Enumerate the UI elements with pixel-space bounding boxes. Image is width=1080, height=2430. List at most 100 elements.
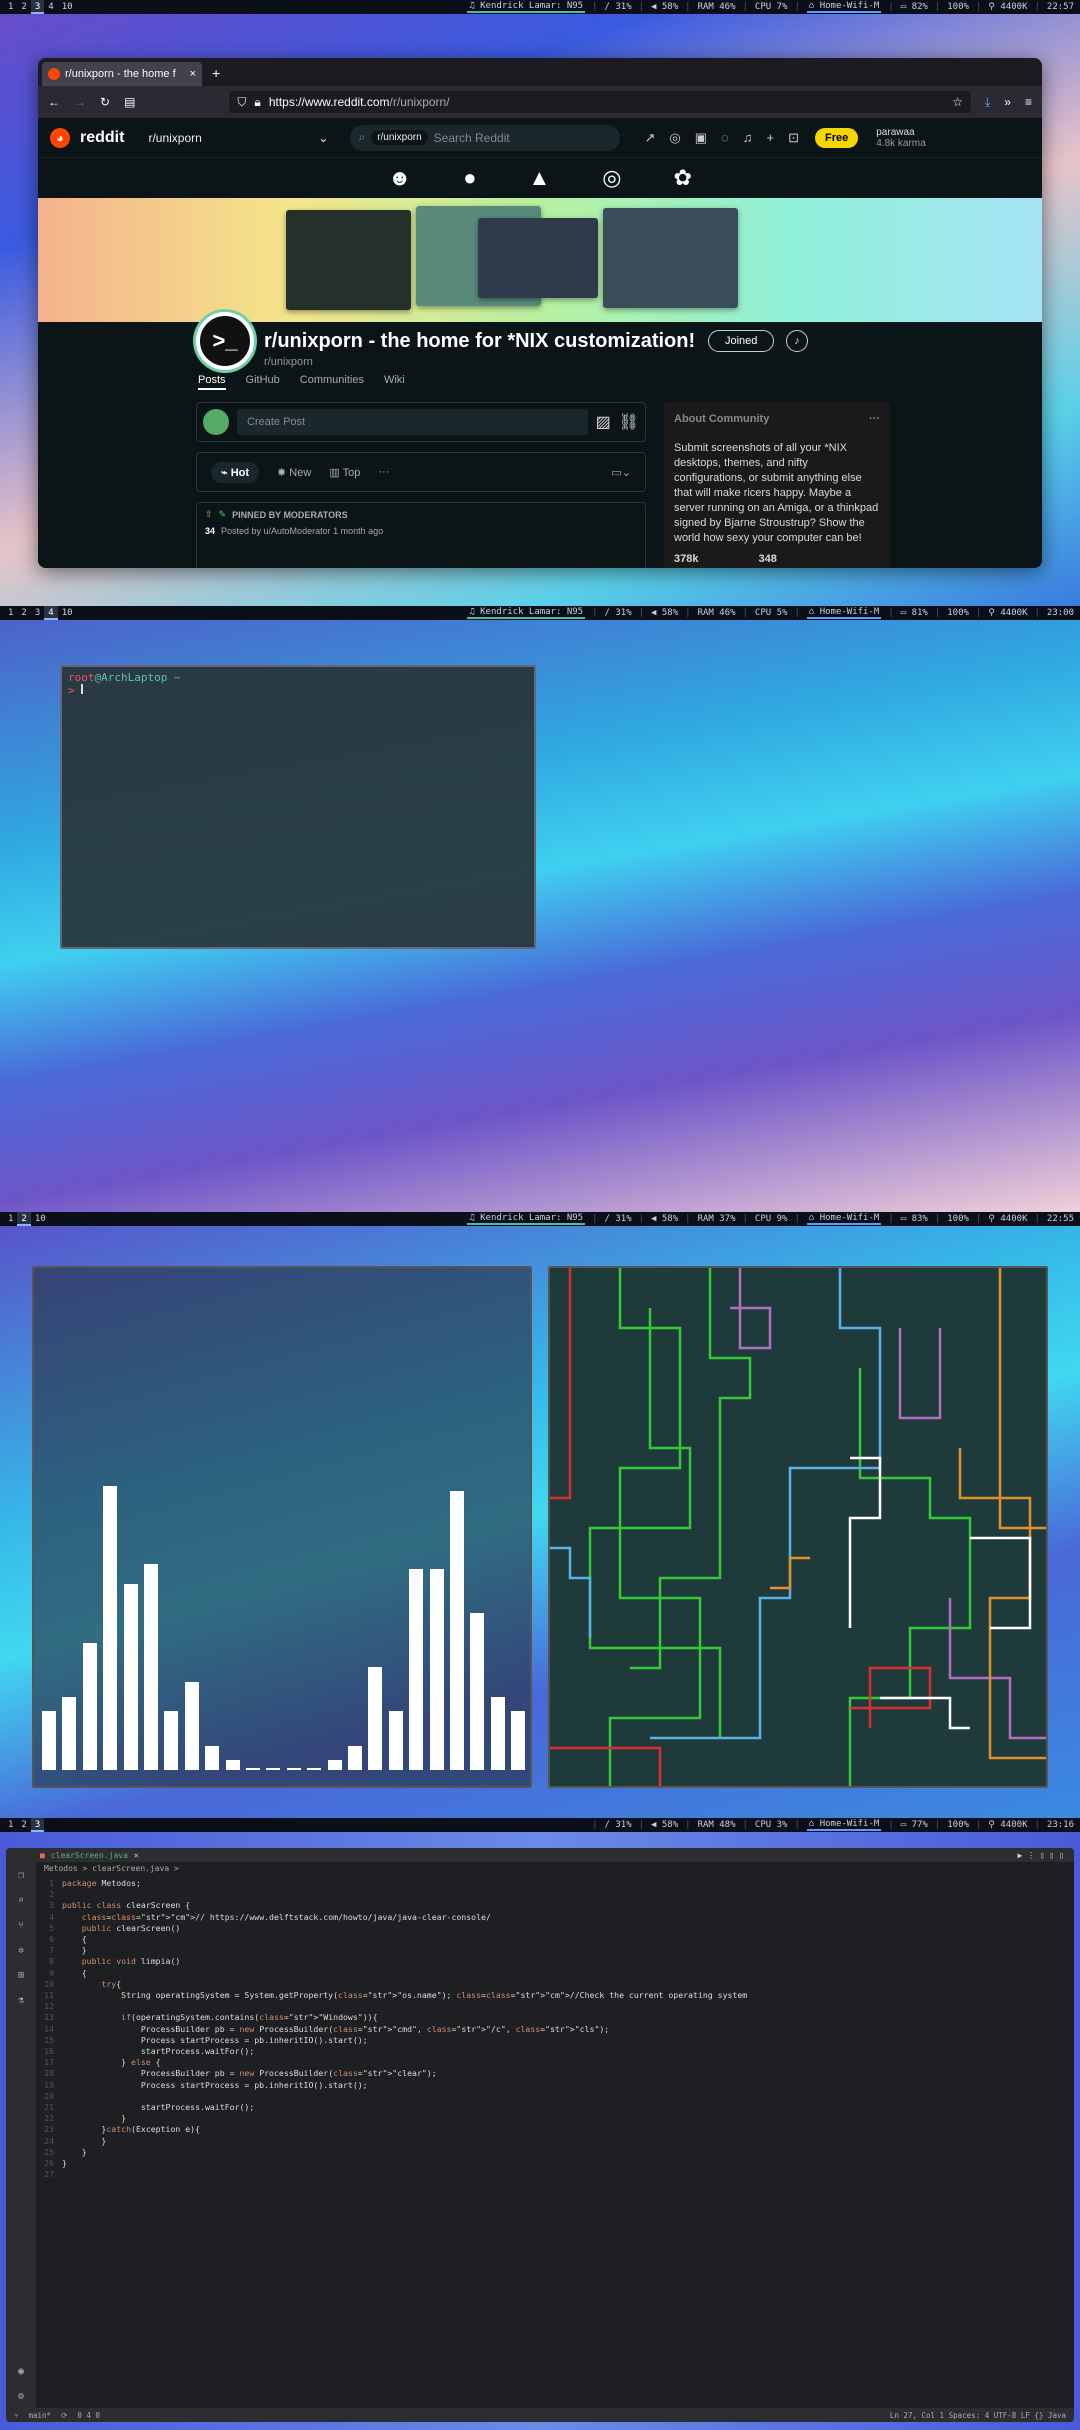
brightness-level[interactable]: 100% bbox=[947, 1820, 969, 1830]
code-editor[interactable]: 1 package Metodos; 2 3 public class clearScr… bbox=[36, 1878, 1074, 2408]
color-temp[interactable]: ⚲ 4400K bbox=[988, 608, 1027, 618]
more-icon[interactable]: ··· bbox=[378, 466, 389, 478]
subreddit-dropdown[interactable]: r/unixporn ⌄ bbox=[148, 131, 328, 145]
workspace-button[interactable]: 10 bbox=[31, 1212, 50, 1226]
search-icon[interactable]: ⌕ bbox=[18, 1895, 24, 1906]
workspace-button[interactable]: 2 bbox=[17, 1818, 30, 1832]
code-line[interactable]: 10 try{ bbox=[36, 1979, 1074, 1990]
terminal-window[interactable]: root@ArchLaptop ~ > bbox=[60, 665, 536, 949]
overflow-icon[interactable]: » bbox=[1004, 95, 1011, 109]
extensions-icon[interactable]: ⊞ bbox=[18, 1970, 24, 1981]
source-control-icon[interactable]: ⑂ bbox=[18, 1920, 24, 1931]
code-line[interactable]: 24 } bbox=[36, 2136, 1074, 2147]
color-temp[interactable]: ⚲ 4400K bbox=[988, 1214, 1027, 1224]
pinned-post[interactable]: ⇧ ✎ PINNED BY MODERATORS 34 Posted by u/Aut… bbox=[196, 502, 646, 568]
code-line[interactable]: 21 startProcess.waitFor(); bbox=[36, 2102, 1074, 2113]
link-icon[interactable]: ⛓︎ bbox=[619, 412, 639, 432]
url-bar[interactable]: ⛉ 🔒︎ https://www.reddit.com/r/unixporn/ … bbox=[229, 91, 971, 113]
workspace-button[interactable]: 10 bbox=[58, 0, 77, 14]
disk-usage[interactable]: / 31% bbox=[605, 1214, 632, 1224]
ram-usage[interactable]: RAM 46% bbox=[698, 608, 736, 618]
workspace-button[interactable]: 1 bbox=[4, 1818, 17, 1832]
sync-icon[interactable]: ⟳ bbox=[61, 2411, 67, 2420]
star-icon[interactable]: ☆ bbox=[952, 95, 963, 109]
subnav-communities[interactable]: Communities bbox=[300, 374, 364, 390]
avatar[interactable] bbox=[203, 409, 229, 435]
explorer-icon[interactable]: ❐ bbox=[18, 1870, 24, 1881]
gear-icon[interactable]: ⚙ bbox=[18, 2391, 24, 2402]
code-line[interactable]: 25 } bbox=[36, 2147, 1074, 2158]
joined-button[interactable]: Joined bbox=[708, 330, 775, 352]
menu-icon[interactable]: ≡ bbox=[1025, 95, 1032, 109]
volume-level[interactable]: ◀ 58% bbox=[651, 1214, 678, 1224]
search-input[interactable]: ⌕ r/unixporn Search Reddit bbox=[350, 124, 621, 151]
more-icon[interactable]: ··· bbox=[869, 412, 880, 427]
workspace-button[interactable]: 4 bbox=[44, 0, 57, 14]
clock[interactable]: 23:16 bbox=[1047, 1820, 1074, 1830]
library-icon[interactable]: ▤ bbox=[124, 95, 135, 109]
disk-usage[interactable]: / 31% bbox=[605, 2, 632, 12]
editor-tab[interactable]: clearScreen.java bbox=[51, 1851, 128, 1860]
popular-icon[interactable]: ↗ bbox=[644, 130, 655, 146]
code-line[interactable]: 12 bbox=[36, 2001, 1074, 2012]
code-line[interactable]: 4 class=class="str">"cm">// https://www.… bbox=[36, 1912, 1074, 1923]
battery-level[interactable]: ▭ 81% bbox=[901, 608, 928, 618]
cpu-usage[interactable]: CPU 9% bbox=[755, 1214, 788, 1224]
code-line[interactable]: 23 }catch(Exception e){ bbox=[36, 2124, 1074, 2135]
disk-usage[interactable]: / 31% bbox=[605, 1820, 632, 1830]
code-line[interactable]: 14 ProcessBuilder pb = new ProcessBuilde… bbox=[36, 2024, 1074, 2035]
brightness-level[interactable]: 100% bbox=[947, 1214, 969, 1224]
sort-top[interactable]: ▥ Top bbox=[329, 466, 360, 479]
code-line[interactable]: 16 startProcess.waitFor(); bbox=[36, 2046, 1074, 2057]
workspace-button[interactable]: 1 bbox=[4, 0, 17, 14]
volume-level[interactable]: ◀ 58% bbox=[651, 608, 678, 618]
back-icon[interactable]: ← bbox=[48, 95, 60, 109]
clock[interactable]: 22:57 bbox=[1047, 2, 1074, 12]
upvote-icon[interactable]: ⇧ bbox=[205, 509, 213, 520]
download-icon[interactable]: ⤓ bbox=[985, 95, 990, 110]
wifi-network[interactable]: ⌂ Home-Wifi-M bbox=[806, 607, 882, 619]
workspace-button[interactable]: 3 bbox=[30, 0, 45, 14]
video-icon[interactable]: ▣ bbox=[695, 130, 707, 146]
wifi-network[interactable]: ⌂ Home-Wifi-M bbox=[806, 1819, 882, 1831]
workspace-button[interactable]: 2 bbox=[17, 0, 30, 14]
code-line[interactable]: 20 bbox=[36, 2091, 1074, 2102]
reddit-logo-icon[interactable]: ◕ bbox=[50, 127, 70, 148]
code-line[interactable]: 15 Process startProcess = pb.inheritIO()… bbox=[36, 2035, 1074, 2046]
workspace-button[interactable]: 4 bbox=[44, 606, 58, 620]
clock[interactable]: 22:55 bbox=[1047, 1214, 1074, 1224]
bell-icon[interactable]: ♪ bbox=[786, 330, 808, 352]
create-post-input[interactable]: Create Post bbox=[237, 409, 588, 435]
code-line[interactable]: 26} bbox=[36, 2158, 1074, 2169]
close-tab-icon[interactable]: × bbox=[134, 1851, 139, 1860]
wifi-network[interactable]: ⌂ Home-Wifi-M bbox=[806, 1, 882, 13]
disk-usage[interactable]: / 31% bbox=[605, 608, 632, 618]
cpu-usage[interactable]: CPU 3% bbox=[755, 1820, 788, 1830]
code-line[interactable]: 9 { bbox=[36, 1968, 1074, 1979]
code-line[interactable]: 1 package Metodos; bbox=[36, 1878, 1074, 1889]
volume-level[interactable]: ◀ 58% bbox=[651, 1820, 678, 1830]
workspace-button[interactable]: 2 bbox=[17, 1212, 31, 1226]
account-icon[interactable]: ◉ bbox=[18, 2366, 24, 2377]
cpu-usage[interactable]: CPU 5% bbox=[755, 608, 788, 618]
code-line[interactable]: 13 if(operatingSystem.contains(class="st… bbox=[36, 2012, 1074, 2023]
volume-level[interactable]: ◀ 58% bbox=[651, 2, 678, 12]
code-line[interactable]: 5 public clearScreen() bbox=[36, 1923, 1074, 1934]
clock[interactable]: 23:00 bbox=[1047, 608, 1074, 618]
workspace-button[interactable]: 3 bbox=[31, 606, 44, 620]
code-line[interactable]: 2 bbox=[36, 1889, 1074, 1900]
battery-level[interactable]: ▭ 83% bbox=[901, 1214, 928, 1224]
site-name[interactable]: reddit bbox=[80, 129, 124, 147]
battery-level[interactable]: ▭ 77% bbox=[901, 1820, 928, 1830]
git-branch[interactable]: main* bbox=[29, 2411, 52, 2420]
new-tab-icon[interactable]: + bbox=[212, 65, 220, 81]
view-toggle-icon[interactable]: ▭⌄ bbox=[611, 466, 631, 479]
ram-usage[interactable]: RAM 37% bbox=[698, 1214, 736, 1224]
code-line[interactable]: 3 public class clearScreen { bbox=[36, 1900, 1074, 1911]
wifi-network[interactable]: ⌂ Home-Wifi-M bbox=[806, 1213, 882, 1225]
code-line[interactable]: 6 { bbox=[36, 1934, 1074, 1945]
close-tab-icon[interactable]: × bbox=[190, 68, 196, 80]
code-line[interactable]: 18 ProcessBuilder pb = new ProcessBuilde… bbox=[36, 2068, 1074, 2079]
brightness-level[interactable]: 100% bbox=[947, 608, 969, 618]
image-icon[interactable]: ▨ bbox=[596, 412, 611, 432]
